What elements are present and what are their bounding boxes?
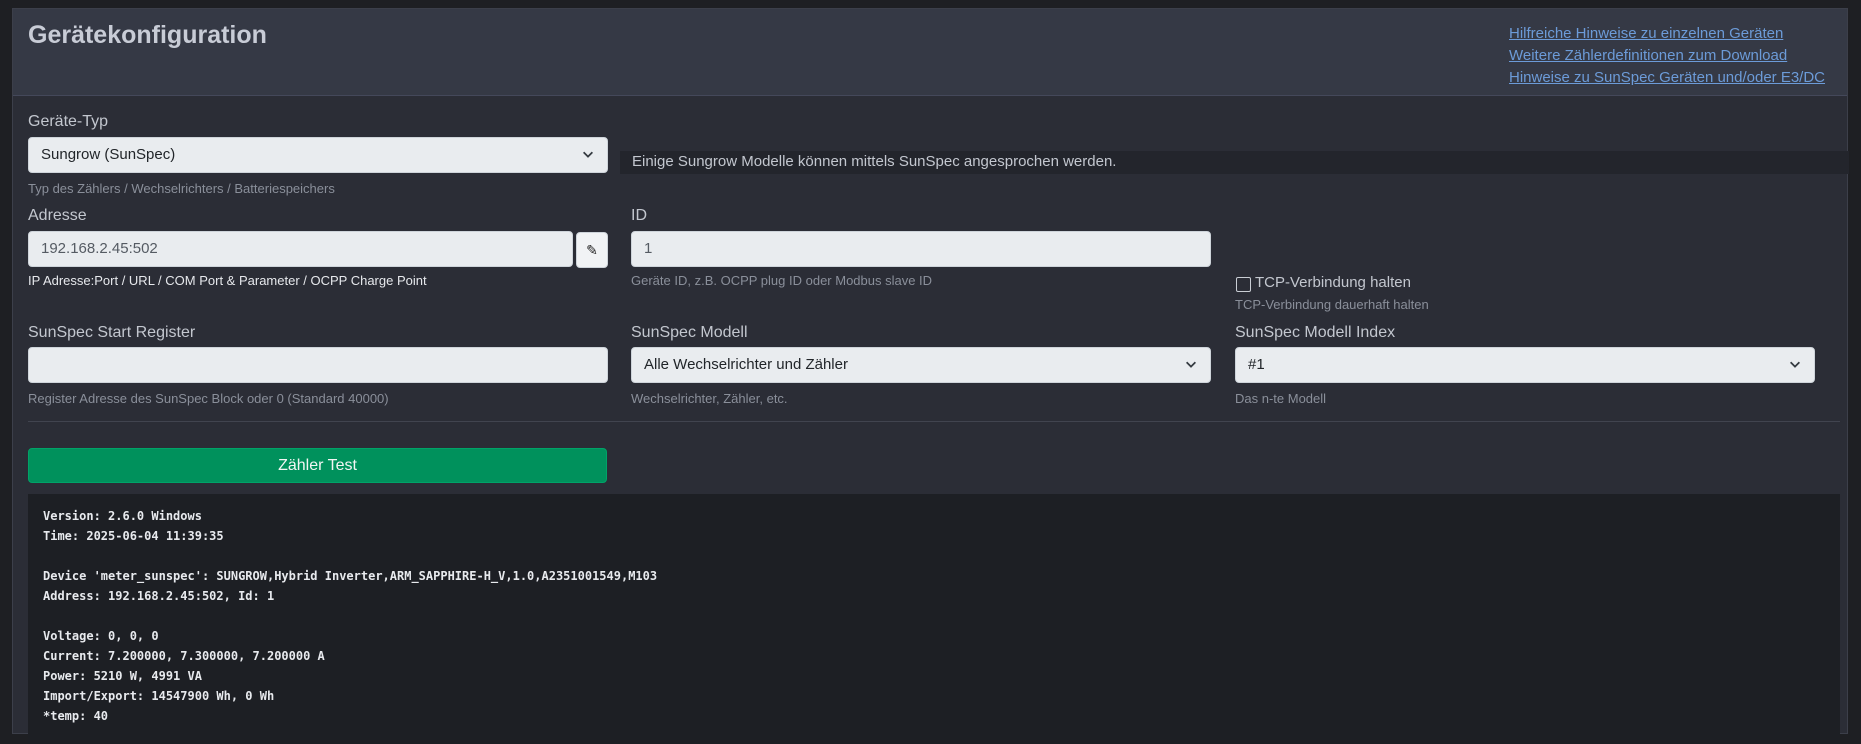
address-input[interactable]: 192.168.2.45:502 (28, 231, 573, 267)
address-label: Adresse (28, 207, 87, 224)
device-type-label: Geräte-Typ (28, 113, 109, 130)
console-line: Time: 2025-06-04 11:39:35 (43, 529, 224, 543)
page-title: Gerätekonfiguration (28, 21, 267, 49)
tcp-keep-label: TCP-Verbindung halten (1255, 274, 1411, 291)
chevron-down-icon (583, 151, 593, 158)
sunspec-start-hint: Register Adresse des SunSpec Block oder … (28, 391, 389, 406)
tcp-keep-checkbox[interactable] (1236, 277, 1251, 292)
device-info-box: Einige Sungrow Modelle können mittels Su… (620, 151, 1849, 174)
chevron-down-icon (1790, 361, 1800, 368)
tcp-keep-hint: TCP-Verbindung dauerhaft halten (1235, 297, 1429, 312)
console-line: Import/Export: 14547900 Wh, 0 Wh (43, 689, 275, 703)
sunspec-index-label: SunSpec Modell Index (1235, 324, 1396, 341)
panel-header: Gerätekonfiguration Hilfreiche Hinweise … (13, 9, 1847, 96)
id-input[interactable]: 1 (631, 231, 1211, 267)
sunspec-index-select[interactable]: #1 (1235, 347, 1815, 383)
device-type-hint: Typ des Zählers / Wechselrichters / Batt… (28, 181, 335, 196)
console-line: Address: 192.168.2.45:502, Id: 1 (43, 589, 275, 603)
id-label: ID (631, 207, 647, 224)
console-line: Device 'meter_sunspec': SUNGROW,Hybrid I… (43, 569, 658, 583)
device-config-panel: Gerätekonfiguration Hilfreiche Hinweise … (12, 8, 1849, 744)
sunspec-start-label: SunSpec Start Register (28, 324, 196, 341)
sunspec-model-select[interactable]: Alle Wechselrichter und Zähler (631, 347, 1211, 383)
device-type-value: Sungrow (SunSpec) (41, 146, 176, 163)
divider (28, 421, 1840, 422)
id-hint: Geräte ID, z.B. OCPP plug ID oder Modbus… (631, 273, 933, 288)
chevron-down-icon (1186, 361, 1196, 368)
console-line: Power: 5210 W, 4991 VA (43, 669, 202, 683)
sunspec-index-hint: Das n-te Modell (1235, 391, 1327, 406)
console-line: Voltage: 0, 0, 0 (43, 629, 159, 643)
sunspec-index-value: #1 (1248, 356, 1265, 373)
sunspec-model-hint: Wechselrichter, Zähler, etc. (631, 391, 788, 406)
sunspec-model-value: Alle Wechselrichter und Zähler (644, 356, 848, 373)
help-links: Hilfreiche Hinweise zu einzelnen Geräten… (1509, 23, 1825, 89)
console-line: Version: 2.6.0 Windows (43, 509, 202, 523)
sunspec-model-label: SunSpec Modell (631, 324, 748, 341)
console-line: *temp: 40 (43, 709, 109, 723)
sunspec-start-input[interactable] (28, 347, 608, 383)
link-meter-definitions[interactable]: Weitere Zählerdefinitionen zum Download (1509, 45, 1825, 67)
console-line: Current: 7.200000, 7.300000, 7.200000 A (43, 649, 325, 663)
link-device-hints[interactable]: Hilfreiche Hinweise zu einzelnen Geräten (1509, 23, 1825, 45)
edit-address-button[interactable]: ✎ (576, 232, 608, 268)
address-hint: IP Adresse:Port / URL / COM Port & Param… (28, 273, 427, 288)
test-output-console: Version: 2.6.0 Windows Time: 2025-06-04 … (28, 494, 1840, 744)
device-type-select[interactable]: Sungrow (SunSpec) (28, 137, 608, 173)
meter-test-button[interactable]: Zähler Test (28, 448, 607, 483)
link-sunspec-hints[interactable]: Hinweise zu SunSpec Geräten und/oder E3/… (1509, 67, 1825, 89)
pencil-icon: ✎ (586, 242, 598, 258)
